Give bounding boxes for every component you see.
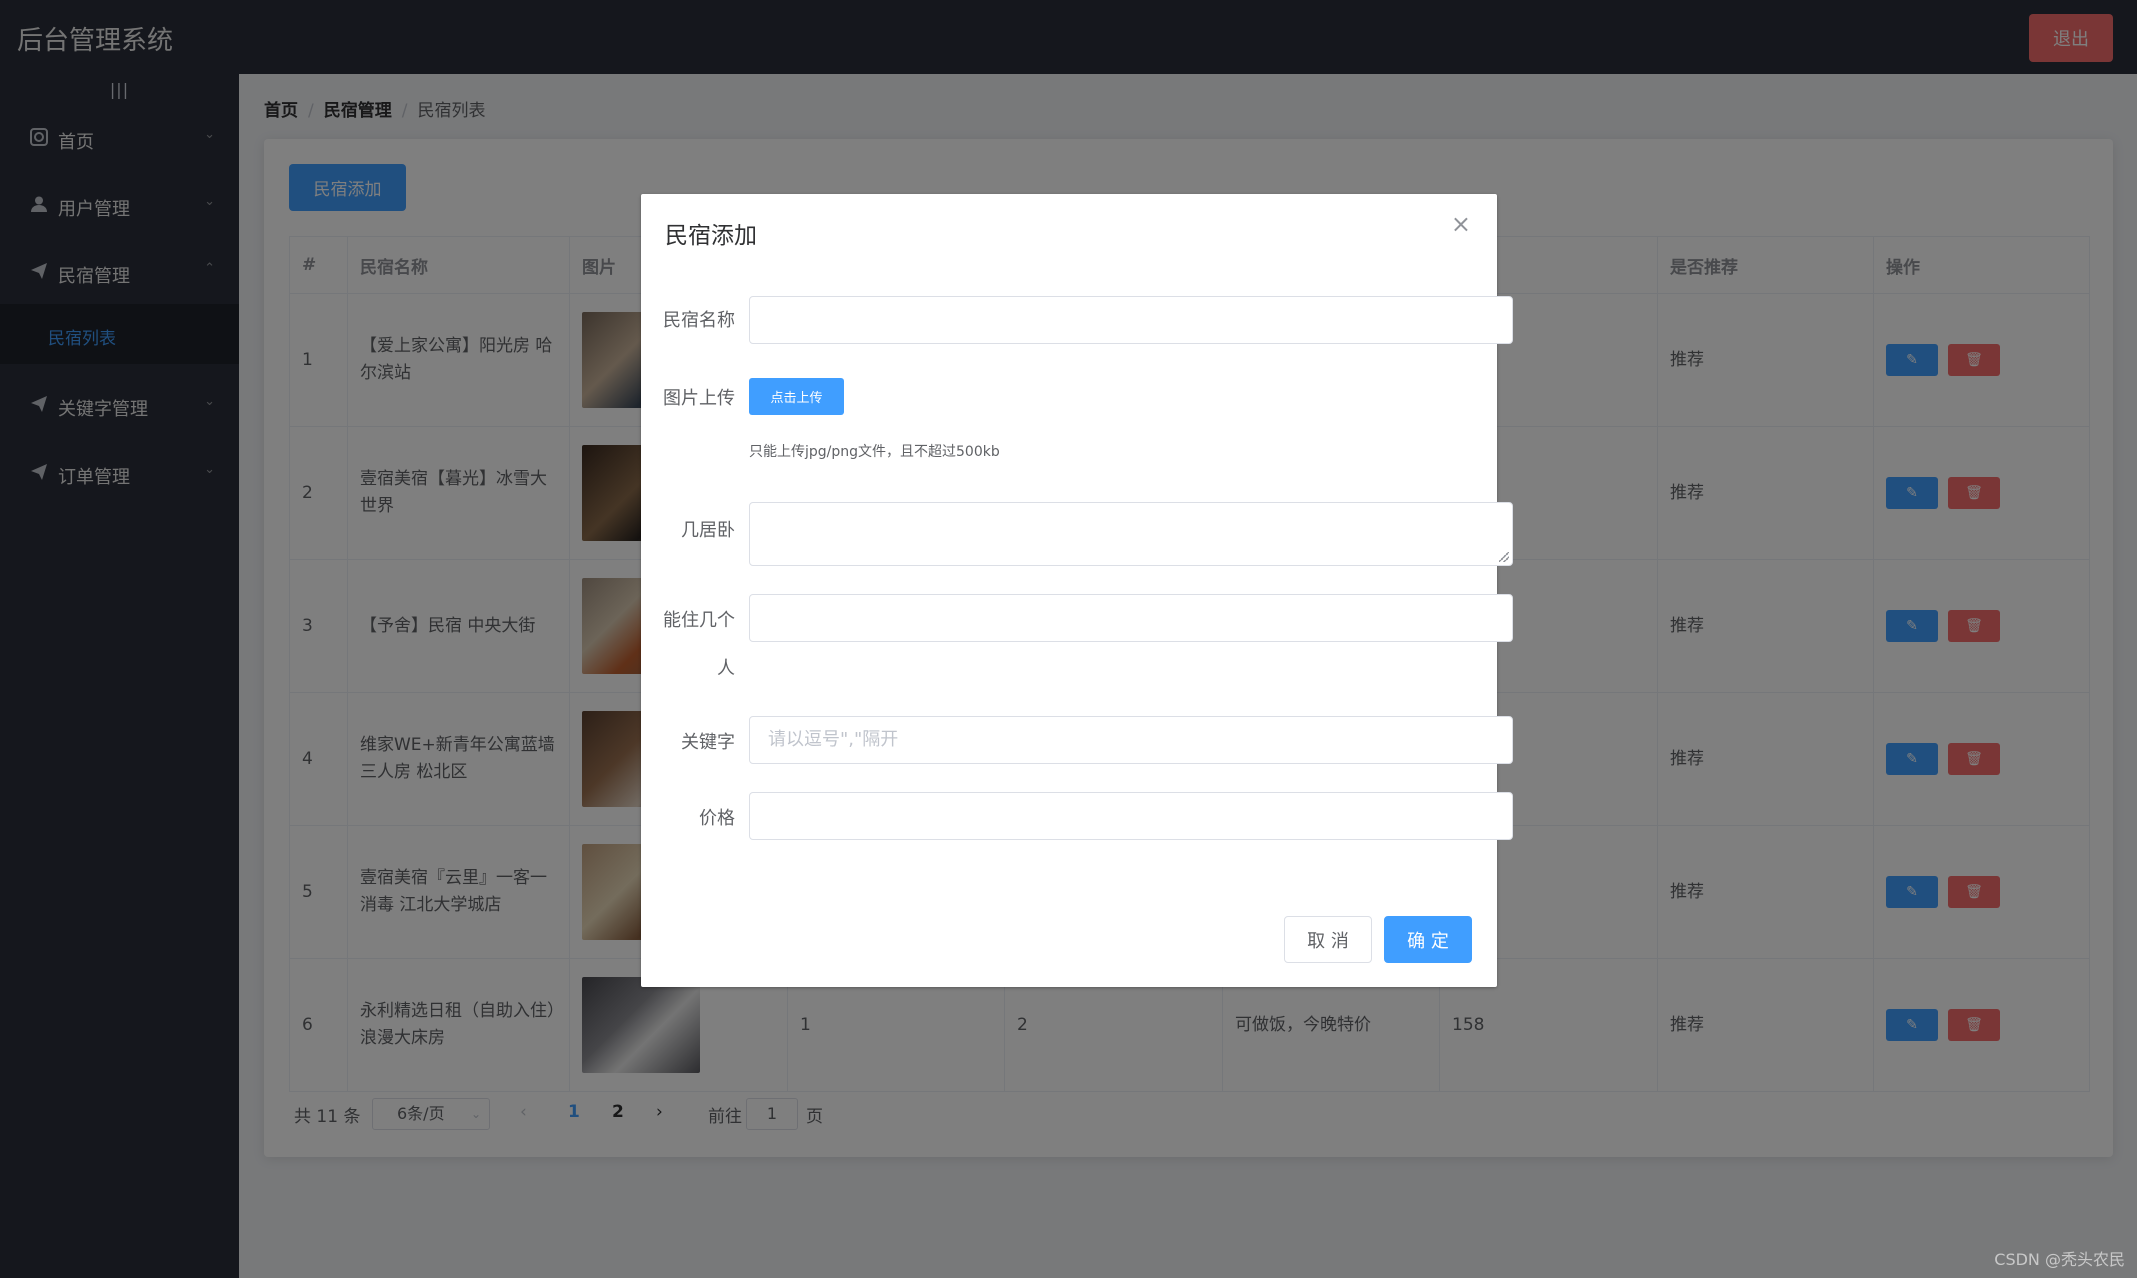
name-label: 民宿名称 [663, 310, 735, 331]
image-label: 图片上传 [663, 388, 735, 409]
name-input[interactable] [749, 296, 1513, 344]
capacity-label: 能住几个 [663, 610, 735, 631]
bedrooms-textarea[interactable] [749, 502, 1513, 566]
add-homestay-dialog: 民宿添加 × 民宿名称 图片上传 点击上传 只能上传jpg/png文件，且不超过… [641, 194, 1513, 987]
upload-tip: 只能上传jpg/png文件，且不超过500kb [749, 444, 1000, 460]
dialog-title: 民宿添加 [665, 223, 757, 249]
keywords-label: 关键字 [681, 732, 735, 753]
upload-button[interactable]: 点击上传 [749, 378, 844, 415]
watermark: CSDN @秃头农民 [1994, 1250, 2125, 1269]
price-input[interactable] [749, 792, 1513, 840]
keywords-input[interactable]: 请以逗号","隔开 [749, 716, 1513, 764]
confirm-button[interactable]: 确 定 [1384, 916, 1472, 963]
close-icon[interactable]: × [1451, 212, 1471, 236]
capacity-label-cont: 人 [717, 658, 735, 679]
cancel-button[interactable]: 取 消 [1284, 916, 1372, 963]
bedrooms-label: 几居卧 [681, 520, 735, 541]
resize-handle-icon[interactable] [1499, 552, 1509, 562]
price-label: 价格 [699, 808, 735, 829]
capacity-input[interactable] [749, 594, 1513, 642]
